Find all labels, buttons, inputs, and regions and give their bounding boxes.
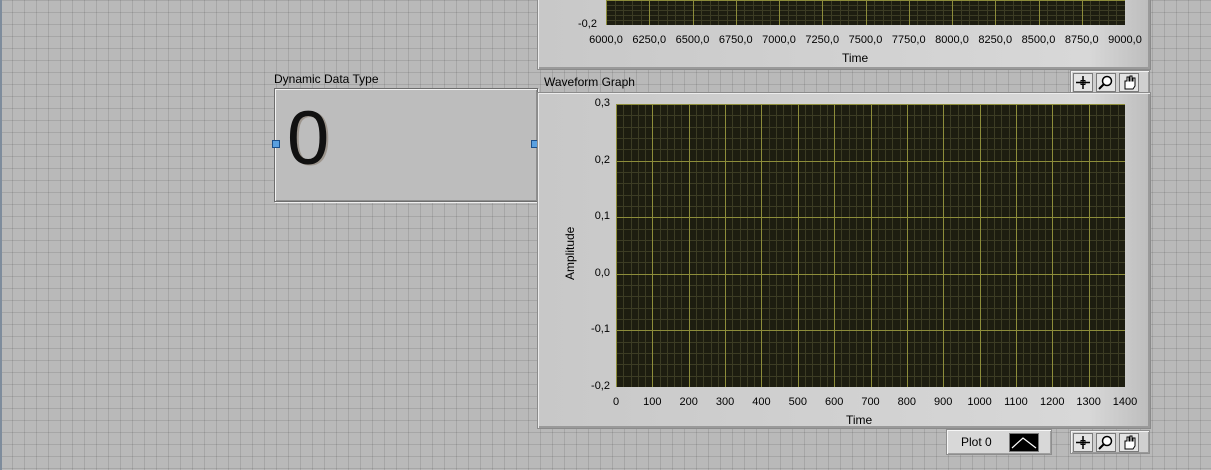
y-tick-label: 0,3 <box>594 97 610 109</box>
plot-legend[interactable]: Plot 0 <box>946 429 1052 455</box>
y-tick-label: 0,0 <box>594 266 610 279</box>
x-tick-label: 0 <box>612 396 620 408</box>
waveform-plot-area[interactable] <box>616 104 1126 388</box>
y-tick-label: -0,2 <box>591 380 610 392</box>
x-tick-label: 1000 <box>967 396 992 408</box>
x-tick-label: 700 <box>861 396 880 408</box>
waveform-graph-title: Waveform Graph <box>544 75 635 89</box>
resize-handle-left[interactable] <box>272 140 280 148</box>
waveform-x-title: Time <box>846 413 873 427</box>
x-tick-label: 6250,0 <box>632 34 667 46</box>
zoom-tool-button[interactable] <box>1096 73 1116 92</box>
legend-plot-name: Plot 0 <box>961 435 992 449</box>
x-tick-label: 7500,0 <box>848 34 883 46</box>
pan-tool-button[interactable] <box>1119 433 1139 452</box>
x-tick-label: 8250,0 <box>978 34 1013 46</box>
top-graph-plot-area[interactable] <box>606 0 1126 26</box>
line-plot-icon <box>1011 437 1037 449</box>
x-tick-label: 7750,0 <box>891 34 926 46</box>
pan-tool-button[interactable] <box>1119 73 1139 92</box>
crosshair-tool-button[interactable] <box>1073 433 1093 452</box>
x-tick-label: 300 <box>715 396 735 408</box>
x-tick-label: 8500,0 <box>1021 34 1056 46</box>
x-tick-label: 1200 <box>1040 396 1065 408</box>
x-tick-label: 900 <box>934 396 953 408</box>
y-tick-label: 0,2 <box>594 153 610 166</box>
x-tick-label: 200 <box>679 396 698 408</box>
top-graph-grid <box>606 0 1126 26</box>
waveform-graph-palette <box>1070 430 1150 454</box>
x-tick-label: 9000,0 <box>1108 34 1142 46</box>
zoom-icon <box>1098 75 1113 90</box>
x-tick-label: 6000,0 <box>589 34 623 46</box>
plot-background <box>616 104 1125 387</box>
x-tick-label: 7000,0 <box>762 34 796 46</box>
waveform-grid <box>616 104 1126 388</box>
x-tick-label: 1100 <box>1004 396 1028 408</box>
x-tick-label: 500 <box>788 396 807 408</box>
top-graph-y-tick: -0,2 <box>578 18 597 30</box>
top-graph-x-title: Time <box>842 51 869 65</box>
x-tick-label: 6750,0 <box>718 34 753 46</box>
x-tick-label: 7250,0 <box>805 34 840 46</box>
crosshair-tool-button[interactable] <box>1073 73 1093 92</box>
x-tick-label: 1300 <box>1076 396 1101 408</box>
x-tick-label: 8000,0 <box>935 34 969 46</box>
block-diagram-left-edge <box>0 0 2 470</box>
x-tick-label: 1400 <box>1112 396 1138 408</box>
dynamic-data-indicator[interactable]: 0 <box>274 88 538 202</box>
waveform-y-title: Amplitude <box>563 226 577 280</box>
x-tick-label: 800 <box>897 396 917 408</box>
x-tick-label: 400 <box>752 396 771 408</box>
x-tick-label: 600 <box>824 396 844 408</box>
crosshair-icon <box>1076 76 1090 89</box>
legend-plot-swatch[interactable] <box>1009 433 1039 452</box>
zoom-tool-button[interactable] <box>1096 433 1116 452</box>
y-tick-label: 0,1 <box>594 210 610 223</box>
indicator-label: Dynamic Data Type <box>274 72 379 86</box>
zoom-icon <box>1098 435 1113 450</box>
x-tick-label: 100 <box>643 396 662 408</box>
top-graph-palette <box>1070 70 1150 94</box>
x-tick-label: 6500,0 <box>675 34 710 46</box>
pan-hand-icon <box>1124 435 1136 450</box>
y-tick-label: -0,1 <box>591 323 610 336</box>
pan-hand-icon <box>1124 75 1136 90</box>
crosshair-icon <box>1076 436 1090 449</box>
indicator-value: 0 <box>287 96 330 181</box>
x-tick-label: 8750,0 <box>1064 34 1099 46</box>
